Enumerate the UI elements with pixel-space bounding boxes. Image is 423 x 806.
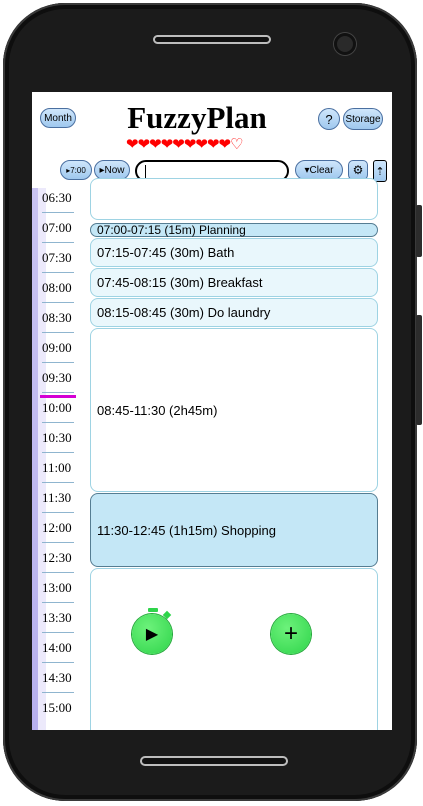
time-label: 10:00 [42,400,72,415]
time-label: 06:30 [42,190,72,205]
volume-button [416,205,422,257]
event-block[interactable]: 07:00-07:15 (15m) Planning [90,223,378,237]
time-gridline [42,272,74,273]
event-block[interactable]: 08:45-11:30 (2h45m) [90,328,378,492]
time-gridline [42,422,74,423]
time-label: 12:30 [42,550,72,565]
event-block[interactable]: 07:15-07:45 (30m) Bath [90,238,378,267]
time-gridline [42,362,74,363]
time-gridline [42,512,74,513]
time-label: 14:30 [42,670,72,685]
time-gridline [42,632,74,633]
now-button[interactable]: ▸Now [94,160,130,180]
event-block[interactable] [90,568,378,730]
clear-button[interactable]: ▾Clear [295,160,343,180]
time-gridline [42,572,74,573]
time-label: 11:00 [42,460,72,475]
storage-button[interactable]: Storage [343,108,383,130]
event-block[interactable]: 07:45-08:15 (30m) Breakfast [90,268,378,297]
time-label: 10:30 [42,430,72,445]
power-button [416,315,422,425]
time-gridline [42,302,74,303]
add-event-button[interactable]: + [271,614,311,654]
time-gridline [42,452,74,453]
time-label: 09:30 [42,370,72,385]
time-label: 08:00 [42,280,72,295]
time-label: 08:30 [42,310,72,325]
timer-cap [148,608,158,612]
time-label: 15:00 [42,700,72,715]
home-bar [140,756,288,766]
time-gridline [42,542,74,543]
event-block[interactable]: 11:30-12:45 (1h15m) Shopping [90,493,378,567]
current-time-indicator [40,395,76,398]
time-label: 12:00 [42,520,72,535]
hearts-rating: ❤❤❤❤❤❤❤❤❤♡ [126,136,244,153]
export-icon[interactable]: ⇡ [373,160,387,182]
schedule-timeline[interactable]: 06:30 07:00 07:30 08:00 08:30 09:00 09:30 10:00… [32,178,392,730]
help-button[interactable]: ? [318,108,340,130]
time-gridline [42,212,74,213]
play-icon: ▶ [145,626,159,643]
app-title: FuzzyPlan [127,100,267,135]
front-camera [334,33,356,55]
time-gridline [42,662,74,663]
start-timer-button[interactable]: ▶ [132,614,172,654]
heart-filled-icons: ❤❤❤❤❤❤❤❤❤ [126,136,231,153]
event-block[interactable]: 08:15-08:45 (30m) Do laundry [90,298,378,327]
speaker-grille [153,35,271,44]
time-gridline [42,392,74,393]
settings-icon[interactable]: ⚙ [348,160,368,180]
time-label: 09:00 [42,340,72,355]
time-gridline [42,692,74,693]
time-gridline [42,602,74,603]
jump-to-time-button[interactable]: ▸7:00 [60,160,92,180]
app-screen: Month FuzzyPlan ? Storage ❤❤❤❤❤❤❤❤❤♡ ▸7:… [32,92,392,730]
time-gridline [42,242,74,243]
time-gridline [42,482,74,483]
time-label: 13:30 [42,610,72,625]
heart-empty-icon: ♡ [230,136,243,153]
time-label: 07:30 [42,250,72,265]
time-label: 11:30 [42,490,72,505]
time-gridline [42,332,74,333]
time-label: 07:00 [42,220,72,235]
plus-icon: + [283,620,298,647]
event-block[interactable] [90,178,378,220]
text-caret [145,165,146,178]
time-label: 14:00 [42,640,72,655]
time-label: 13:00 [42,580,72,595]
